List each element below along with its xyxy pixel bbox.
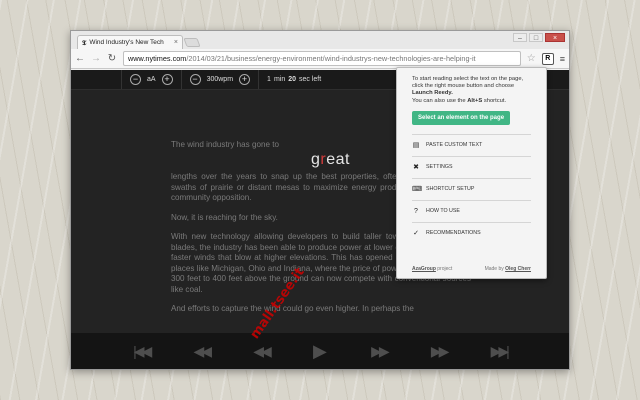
speed-label: 300wpm — [206, 76, 234, 83]
browser-toolbar: ← → ↻ www.nytimes.com/2014/03/21/busines… — [71, 49, 569, 69]
forward-arrow-icon[interactable]: → — [91, 53, 101, 64]
address-bar[interactable]: www.nytimes.com/2014/03/21/business/ener… — [123, 51, 521, 66]
paragraph: And efforts to capture the wind could go… — [171, 304, 414, 313]
time-seconds-value: 20 — [288, 76, 297, 83]
browser-tab[interactable]: 𝕿 Wind Industry's New Tech × — [77, 35, 183, 49]
menu-item-label: RECOMMENDATIONS — [426, 230, 481, 237]
minimize-icon[interactable]: – — [513, 33, 527, 42]
speed-increase-icon[interactable]: + — [239, 74, 251, 85]
wrench-icon: ✖ — [413, 164, 419, 172]
intro-bold: Launch Reedy. — [412, 90, 453, 97]
speed-decrease-icon[interactable]: − — [189, 74, 201, 85]
focus-word-pre: g — [311, 150, 321, 168]
intro-text-2: You can also use the — [412, 97, 468, 104]
menu-item-label: SETTINGS — [426, 164, 453, 171]
intro-text: To start reading select the text on the … — [412, 76, 524, 90]
menu-icon[interactable]: ≡ — [560, 54, 565, 64]
time-minutes-value: 1 — [267, 76, 271, 83]
keyboard-icon: ⌨ — [412, 186, 423, 194]
reload-icon[interactable]: ↻ — [107, 53, 117, 64]
popup-instructions: To start reading select the text on the … — [412, 76, 531, 105]
back-arrow-icon[interactable]: ← — [75, 53, 85, 64]
reedy-extension-icon[interactable]: R — [541, 52, 554, 65]
step-back-icon[interactable]: ◀◀ — [253, 343, 271, 360]
menu-item-recommendations[interactable]: ✓ RECOMMENDATIONS — [412, 221, 531, 244]
menu-item-how-to-use[interactable]: ? HOW TO USE — [412, 199, 531, 222]
font-size-control: − aA + — [121, 70, 182, 89]
maximize-icon[interactable]: □ — [529, 33, 543, 42]
menu-item-label: SHORTCUT SETUP — [426, 186, 475, 193]
fast-forward-icon[interactable]: ▶▶ — [431, 343, 449, 360]
menu-item-label: PASTE CUSTOM TEXT — [426, 142, 483, 149]
menu-item-settings[interactable]: ✖ SETTINGS — [412, 155, 531, 178]
rewind-icon[interactable]: ◀◀ — [194, 343, 212, 360]
speed-control: − 300wpm + — [182, 70, 260, 89]
intro-text-3: shortcut. — [482, 97, 507, 104]
tab-title: Wind Industry's New Tech — [89, 39, 164, 46]
menu-item-shortcut[interactable]: ⌨ SHORTCUT SETUP — [412, 177, 531, 200]
skip-to-start-icon[interactable]: |◀◀ — [133, 343, 152, 360]
select-element-button[interactable]: Select an element on the page — [412, 110, 511, 125]
question-icon: ? — [414, 207, 418, 215]
window-controls: – □ × — [513, 33, 565, 42]
intro-shortcut: Alt+S — [467, 97, 483, 104]
azagroup-link[interactable]: AzaGroup — [412, 266, 436, 272]
reedy-popup: To start reading select the text on the … — [396, 67, 547, 279]
time-minutes-unit: min — [273, 76, 286, 83]
time-seconds-unit: sec left — [299, 76, 322, 83]
time-remaining: 1 min 20 sec left — [259, 70, 329, 89]
playback-bar: |◀◀ ◀◀ ◀◀ ▶ ▶▶ ▶▶ ▶▶| — [71, 333, 569, 369]
close-window-icon[interactable]: × — [545, 33, 565, 42]
clipboard-icon: ▤ — [412, 142, 420, 150]
step-forward-icon[interactable]: ▶▶ — [371, 343, 389, 360]
url-host: www.nytimes.com — [128, 54, 187, 63]
footer-made-by: Made by — [484, 266, 506, 272]
checkmark-icon: ✓ — [413, 230, 419, 238]
bookmark-star-icon[interactable]: ☆ — [527, 53, 536, 64]
font-decrease-icon[interactable]: − — [130, 74, 141, 85]
font-increase-icon[interactable]: + — [161, 74, 173, 85]
title-bar: 𝕿 Wind Industry's New Tech × – □ × — [71, 31, 569, 49]
menu-item-paste[interactable]: ▤ PASTE CUSTOM TEXT — [412, 133, 531, 156]
nytimes-favicon-icon: 𝕿 — [82, 37, 87, 47]
new-tab-button[interactable] — [183, 38, 201, 47]
skip-to-end-icon[interactable]: ▶▶| — [491, 343, 510, 360]
focus-word-post: eat — [326, 150, 350, 168]
tab-close-icon[interactable]: × — [174, 39, 178, 46]
footer-project: project — [435, 266, 453, 272]
font-size-label: aA — [147, 76, 156, 83]
play-icon[interactable]: ▶ — [313, 341, 327, 362]
menu-item-label: HOW TO USE — [426, 208, 460, 215]
popup-footer: AzaGroup project Made by Oleg Cherr — [412, 266, 531, 272]
author-link[interactable]: Oleg Cherr — [505, 266, 531, 272]
url-path: /2014/03/21/business/energy-environment/… — [186, 54, 476, 63]
